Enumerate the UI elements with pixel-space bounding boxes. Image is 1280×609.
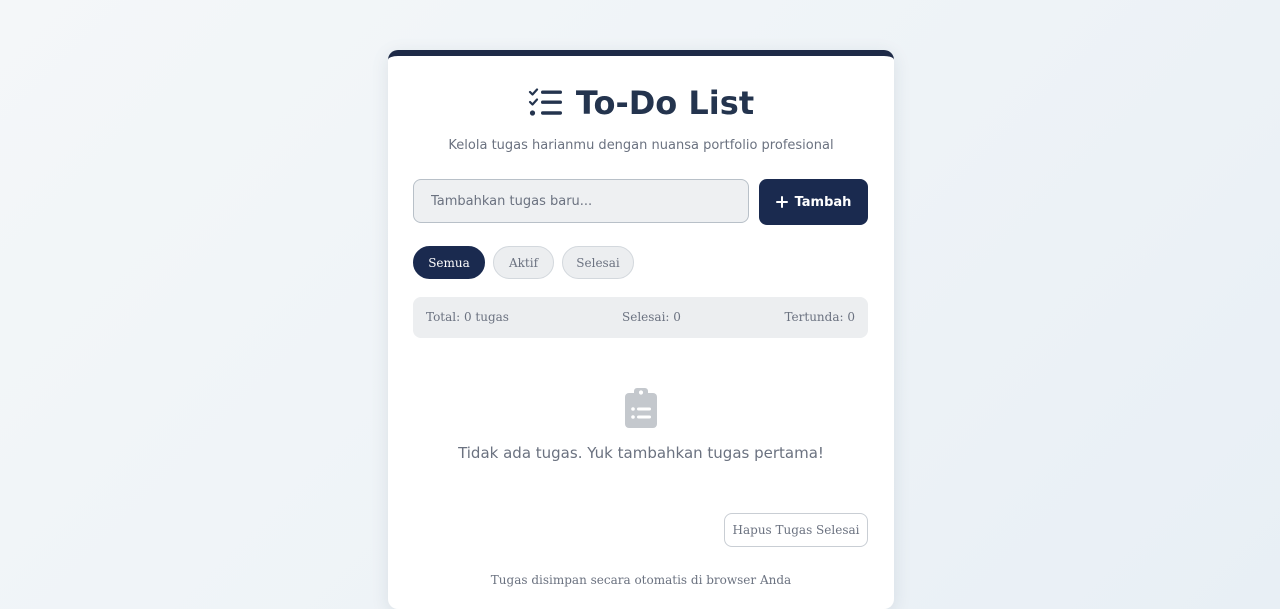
filter-all[interactable]: Semua	[413, 246, 485, 279]
filter-tabs: Semua Aktif Selesai	[413, 246, 634, 279]
empty-state-message: Tidak ada tugas. Yuk tambahkan tugas per…	[458, 444, 824, 462]
stat-done: Selesai: 0	[622, 310, 681, 324]
add-task-label: Tambah	[794, 194, 852, 210]
app-header: To-Do List	[388, 82, 894, 124]
clipboard-list-icon	[625, 388, 657, 428]
list-check-icon	[528, 88, 562, 116]
page-title: To-Do List	[575, 84, 755, 122]
page-subtitle: Kelola tugas harianmu dengan nuansa port…	[448, 138, 834, 153]
new-task-input[interactable]	[413, 179, 749, 223]
stat-total: Total: 0 tugas	[426, 310, 509, 324]
todo-card: To-Do List Kelola tugas harianmu dengan …	[388, 50, 894, 609]
clear-completed-button[interactable]: Hapus Tugas Selesai	[724, 513, 868, 547]
filter-active[interactable]: Aktif	[493, 246, 554, 279]
stats-bar: Total: 0 tugas Selesai: 0 Tertunda: 0	[413, 297, 868, 338]
plus-icon	[775, 196, 788, 208]
stat-pending: Tertunda: 0	[784, 310, 855, 324]
footer-note: Tugas disimpan secara otomatis di browse…	[490, 573, 792, 587]
filter-done[interactable]: Selesai	[562, 246, 634, 279]
add-task-button[interactable]: Tambah	[759, 179, 868, 225]
